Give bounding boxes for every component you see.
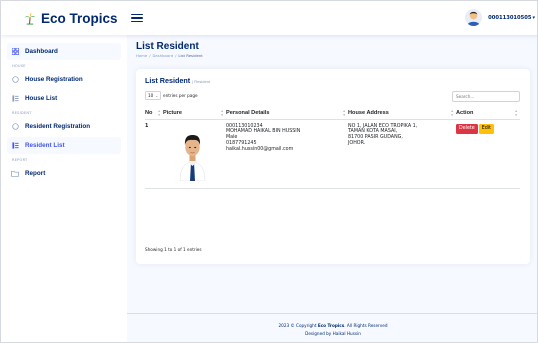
sidebar-item-resident-list[interactable]: Resident List — [7, 137, 121, 154]
sort-icon: ▴ ▾ — [221, 109, 223, 117]
main-content: List Resident Home / Dashboard / List Re… — [127, 35, 537, 342]
sidebar: Dashboard HOUSE House Registration House… — [1, 35, 127, 342]
breadcrumb: Home / Dashboard / List Resident — [136, 53, 203, 58]
copyright-suffix: . All Rights Reserved — [344, 323, 388, 328]
column-header-no[interactable]: No ▴ ▾ — [145, 108, 163, 120]
entries-per-page-label: entries per page — [163, 93, 198, 98]
sidebar-item-report[interactable]: Report — [7, 165, 121, 182]
address-line: JOHOR. — [348, 140, 366, 146]
resident-table: No ▴ ▾ Picture ▴ ▾ Personal Details ▴ ▾ House … — [145, 108, 520, 189]
sidebar-item-house-list[interactable]: House List — [7, 90, 121, 107]
app-window: Eco Tropics 000113010505 ▾ Dashboard HOU… — [0, 0, 538, 343]
grid-icon — [11, 48, 19, 56]
sidebar-item-label: House List — [25, 95, 58, 102]
sort-icon: ▴ ▾ — [158, 109, 160, 117]
sidebar-item-dashboard[interactable]: Dashboard — [7, 43, 121, 60]
footer: 2023 © Copyright Eco Tropics. All Rights… — [127, 313, 537, 342]
footer-copyright: 2023 © Copyright Eco Tropics. All Rights… — [127, 322, 537, 330]
column-header-action[interactable]: Action ▴ ▾ — [456, 108, 520, 120]
card-title-text: List Resident — [145, 76, 191, 85]
sort-icon: ▴ ▾ — [451, 109, 453, 117]
sidebar-item-label: Dashboard — [25, 48, 58, 55]
card-title: List Resident | Resident — [145, 76, 210, 85]
breadcrumb-separator: / — [175, 53, 177, 58]
brand-name: Eco Tropics — [41, 10, 118, 26]
list-icon — [11, 142, 19, 150]
breadcrumb-current: List Resident — [178, 53, 203, 58]
folder-icon — [11, 170, 19, 178]
column-header-house-address[interactable]: House Address ▴ ▾ — [348, 108, 456, 120]
sidebar-item-house-registration[interactable]: House Registration — [7, 71, 121, 88]
chevron-down-icon: ▾ — [532, 14, 535, 21]
avatar — [465, 9, 483, 26]
resident-list-card: List Resident | Resident 10 ⌄ entries per … — [136, 69, 530, 264]
sidebar-item-resident-registration[interactable]: Resident Registration — [7, 118, 121, 135]
breadcrumb-home[interactable]: Home — [136, 53, 147, 58]
cell-personal-details: 000113010234 MOHAMAD HAIKAL BIN HUSSIN M… — [226, 119, 348, 189]
sidebar-toggle-icon[interactable] — [131, 13, 143, 23]
sidebar-item-label: Report — [25, 170, 46, 177]
palm-tree-icon — [24, 12, 36, 25]
resident-photo — [178, 126, 207, 181]
circle-icon — [11, 123, 19, 131]
sort-icon: ▴ ▾ — [515, 109, 517, 117]
sidebar-item-label: Resident List — [25, 142, 65, 149]
sidebar-item-label: House Registration — [25, 76, 83, 83]
copyright-prefix: 2023 © Copyright — [278, 323, 317, 328]
breadcrumb-separator: / — [149, 53, 151, 58]
table-header-row: No ▴ ▾ Picture ▴ ▾ Personal Details ▴ ▾ House … — [145, 108, 520, 120]
cell-action: Delete Edit — [456, 119, 520, 189]
card-subtitle: | Resident — [192, 79, 211, 84]
top-header: Eco Tropics 000113010505 ▾ — [1, 1, 537, 35]
list-icon — [11, 95, 19, 103]
sidebar-heading-house: HOUSE — [12, 64, 26, 68]
table-row: 1 000113010234 MOHAMAD HAIKAL BIN HUSSIN… — [145, 119, 520, 189]
profile-dropdown[interactable]: 000113010505 ▾ — [465, 9, 535, 26]
brand-logo[interactable]: Eco Tropics — [23, 11, 119, 26]
cell-no: 1 — [145, 119, 163, 189]
delete-button[interactable]: Delete — [456, 123, 478, 134]
copyright-brand: Eco Tropics — [317, 323, 345, 328]
table-info: Showing 1 to 1 of 1 entries — [145, 247, 202, 252]
search-input[interactable] — [452, 91, 520, 102]
column-header-picture[interactable]: Picture ▴ ▾ — [163, 108, 226, 120]
sidebar-item-label: Resident Registration — [25, 123, 91, 130]
footer-credits: Designed by Haikal Hussin — [305, 331, 361, 336]
entries-per-page-select[interactable]: 10 ⌄ — [145, 91, 161, 100]
chevron-down-icon: ⌄ — [155, 93, 159, 98]
column-header-personal-details[interactable]: Personal Details ▴ ▾ — [226, 108, 348, 120]
sort-icon: ▴ ▾ — [343, 109, 345, 117]
circle-icon — [11, 76, 19, 84]
cell-picture — [163, 119, 226, 189]
cell-house-address: NO 1, JALAN ECO TROPIKA 1, TAMAN KOTA MA… — [348, 119, 456, 189]
sidebar-heading-resident: RESIDENT — [12, 111, 32, 115]
breadcrumb-dashboard[interactable]: Dashboard — [153, 53, 174, 58]
page-title: List Resident — [136, 41, 199, 52]
sidebar-heading-report: REPORT — [12, 158, 28, 162]
entries-per-page-value: 10 — [148, 93, 154, 98]
edit-button[interactable]: Edit — [478, 123, 495, 134]
entries-per-page: 10 ⌄ entries per page — [145, 91, 198, 100]
profile-username: 000113010505 — [488, 14, 532, 21]
resident-email: haikal.hussin00@gmail.com — [226, 146, 294, 152]
